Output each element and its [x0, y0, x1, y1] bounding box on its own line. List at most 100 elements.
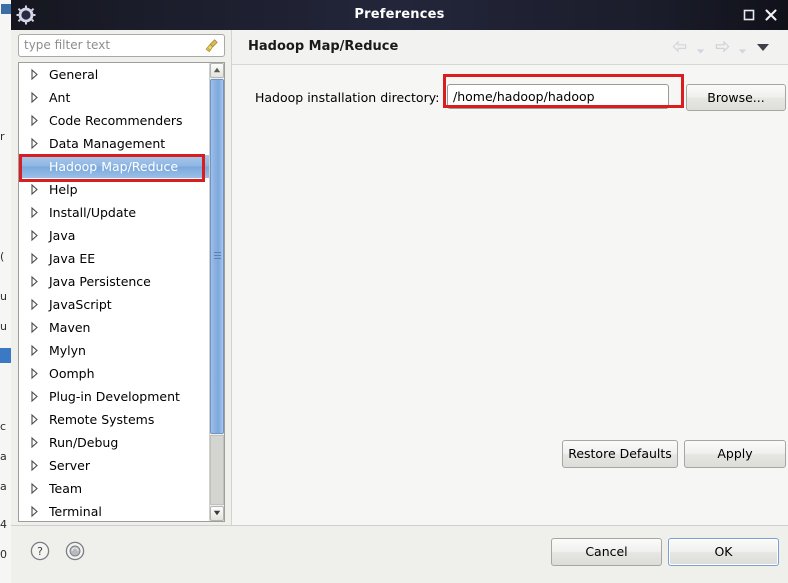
expand-arrow-icon[interactable] — [30, 344, 39, 357]
tree-item[interactable]: Install/Update — [19, 201, 209, 224]
tree-item[interactable]: Team — [19, 477, 209, 500]
preferences-tree-column: General Ant Code Recommenders Data Manageme… — [11, 30, 228, 525]
background-text: u — [0, 290, 7, 303]
scrollbar-track[interactable] — [210, 435, 224, 505]
preferences-tree[interactable]: General Ant Code Recommenders Data Manageme… — [18, 62, 225, 522]
tree-item[interactable]: Oomph — [19, 362, 209, 385]
tree-item[interactable]: Data Management — [19, 132, 209, 155]
install-directory-field[interactable] — [447, 84, 669, 109]
expand-arrow-icon[interactable] — [30, 390, 39, 403]
help-question-icon[interactable]: ? — [29, 540, 51, 562]
close-icon[interactable] — [762, 6, 780, 24]
expand-arrow-icon[interactable] — [30, 321, 39, 334]
tree-item[interactable]: Terminal — [19, 500, 209, 521]
dialog-footer: ? Cancel OK — [11, 526, 788, 583]
tree-item-label: Install/Update — [49, 205, 137, 220]
tree-item-label: Server — [49, 458, 90, 473]
restore-defaults-button[interactable]: Restore Defaults — [562, 440, 678, 468]
dialog-body: General Ant Code Recommenders Data Manageme… — [11, 30, 788, 583]
tree-item-label: Mylyn — [49, 343, 86, 358]
expand-arrow-icon[interactable] — [30, 367, 39, 380]
tree-item[interactable]: Maven — [19, 316, 209, 339]
page-action-buttons: Restore Defaults Apply — [232, 440, 788, 472]
expand-arrow-icon[interactable] — [30, 413, 39, 426]
expand-arrow-icon[interactable] — [30, 252, 39, 265]
tree-item-list: General Ant Code Recommenders Data Manageme… — [19, 63, 209, 521]
background-text: u — [0, 320, 7, 333]
scrollbar-thumb[interactable] — [210, 79, 224, 434]
tree-item[interactable]: Java — [19, 224, 209, 247]
expand-arrow-icon[interactable] — [30, 183, 39, 196]
arrow-forward-icon[interactable] — [712, 38, 732, 59]
tree-item-label: Java Persistence — [49, 274, 151, 289]
tree-item[interactable]: Ant — [19, 86, 209, 109]
expand-arrow-icon[interactable] — [30, 229, 39, 242]
broom-clear-icon[interactable] — [204, 38, 220, 54]
tree-item-label: Terminal — [49, 504, 102, 519]
about-circle-icon[interactable] — [64, 540, 86, 562]
expand-arrow-icon[interactable] — [30, 275, 39, 288]
view-menu-icon[interactable] — [756, 42, 770, 56]
browse-button[interactable]: Browse... — [686, 84, 786, 111]
tree-item[interactable]: Server — [19, 454, 209, 477]
window-title: Preferences — [354, 7, 445, 22]
arrow-back-icon[interactable] — [670, 38, 690, 59]
tree-item[interactable]: Help — [19, 178, 209, 201]
tree-item[interactable]: Remote Systems — [19, 408, 209, 431]
expand-arrow-icon[interactable] — [30, 91, 39, 104]
tree-item-label: Run/Debug — [49, 435, 119, 450]
chevron-down-icon[interactable] — [210, 506, 224, 521]
tree-item[interactable]: Plug-in Development — [19, 385, 209, 408]
background-text: a — [0, 480, 7, 493]
tree-item[interactable]: Mylyn — [19, 339, 209, 362]
expand-arrow-icon[interactable] — [30, 206, 39, 219]
tree-item[interactable]: Run/Debug — [19, 431, 209, 454]
expand-arrow-icon[interactable] — [30, 114, 39, 127]
tree-item-label: Remote Systems — [49, 412, 155, 427]
tree-item-label: Java EE — [49, 251, 96, 266]
tree-item-label: Oomph — [49, 366, 95, 381]
tree-item[interactable]: JavaScript — [19, 293, 209, 316]
chevron-down-icon[interactable] — [696, 44, 705, 58]
filter-box[interactable] — [18, 34, 225, 57]
background-icon — [1, 4, 11, 14]
tree-item[interactable]: General — [19, 63, 209, 86]
chevron-down-icon[interactable] — [738, 44, 747, 58]
expand-arrow-icon[interactable] — [30, 505, 39, 518]
tree-item-label: JavaScript — [49, 297, 112, 312]
page-navigation-toolbar — [670, 38, 780, 58]
tree-vertical-scrollbar[interactable] — [209, 63, 224, 521]
maximize-icon[interactable] — [740, 6, 758, 24]
background-text: r — [0, 130, 5, 143]
tree-item[interactable]: Java EE — [19, 247, 209, 270]
tree-item-label: Hadoop Map/Reduce — [49, 159, 179, 174]
preferences-dialog: Preferences type filter text General Ant… — [11, 0, 788, 583]
chevron-up-icon[interactable] — [210, 63, 224, 78]
expand-arrow-icon[interactable] — [30, 298, 39, 311]
expand-arrow-icon[interactable] — [30, 459, 39, 472]
title-bar: Preferences — [11, 0, 788, 30]
tree-item-label: Ant — [49, 90, 71, 105]
svg-text:?: ? — [37, 545, 43, 558]
preference-page-panel: Hadoop Map/Reduce Hadoop installation di… — [231, 30, 788, 525]
tree-item-label: Java — [49, 228, 76, 243]
search-input[interactable] — [24, 35, 194, 56]
apply-button[interactable]: Apply — [684, 440, 786, 468]
tree-item-label: Code Recommenders — [49, 113, 183, 128]
cancel-button[interactable]: Cancel — [551, 538, 662, 566]
background-text: 4 — [0, 518, 7, 531]
expand-arrow-icon[interactable] — [30, 436, 39, 449]
expand-arrow-icon[interactable] — [30, 137, 39, 150]
tree-item-label: Help — [49, 182, 78, 197]
tree-item[interactable]: Hadoop Map/Reduce — [19, 155, 209, 178]
tree-item-label: Team — [49, 481, 83, 496]
tree-item[interactable]: Code Recommenders — [19, 109, 209, 132]
tree-item[interactable]: Java Persistence — [19, 270, 209, 293]
install-directory-label: Hadoop installation directory: — [255, 90, 440, 105]
expand-arrow-icon[interactable] — [30, 482, 39, 495]
page-header: Hadoop Map/Reduce — [232, 30, 788, 65]
install-directory-input[interactable] — [453, 85, 663, 108]
ok-button[interactable]: OK — [668, 538, 779, 566]
expand-arrow-icon[interactable] — [30, 68, 39, 81]
tree-item-label: Plug-in Development — [49, 389, 180, 404]
